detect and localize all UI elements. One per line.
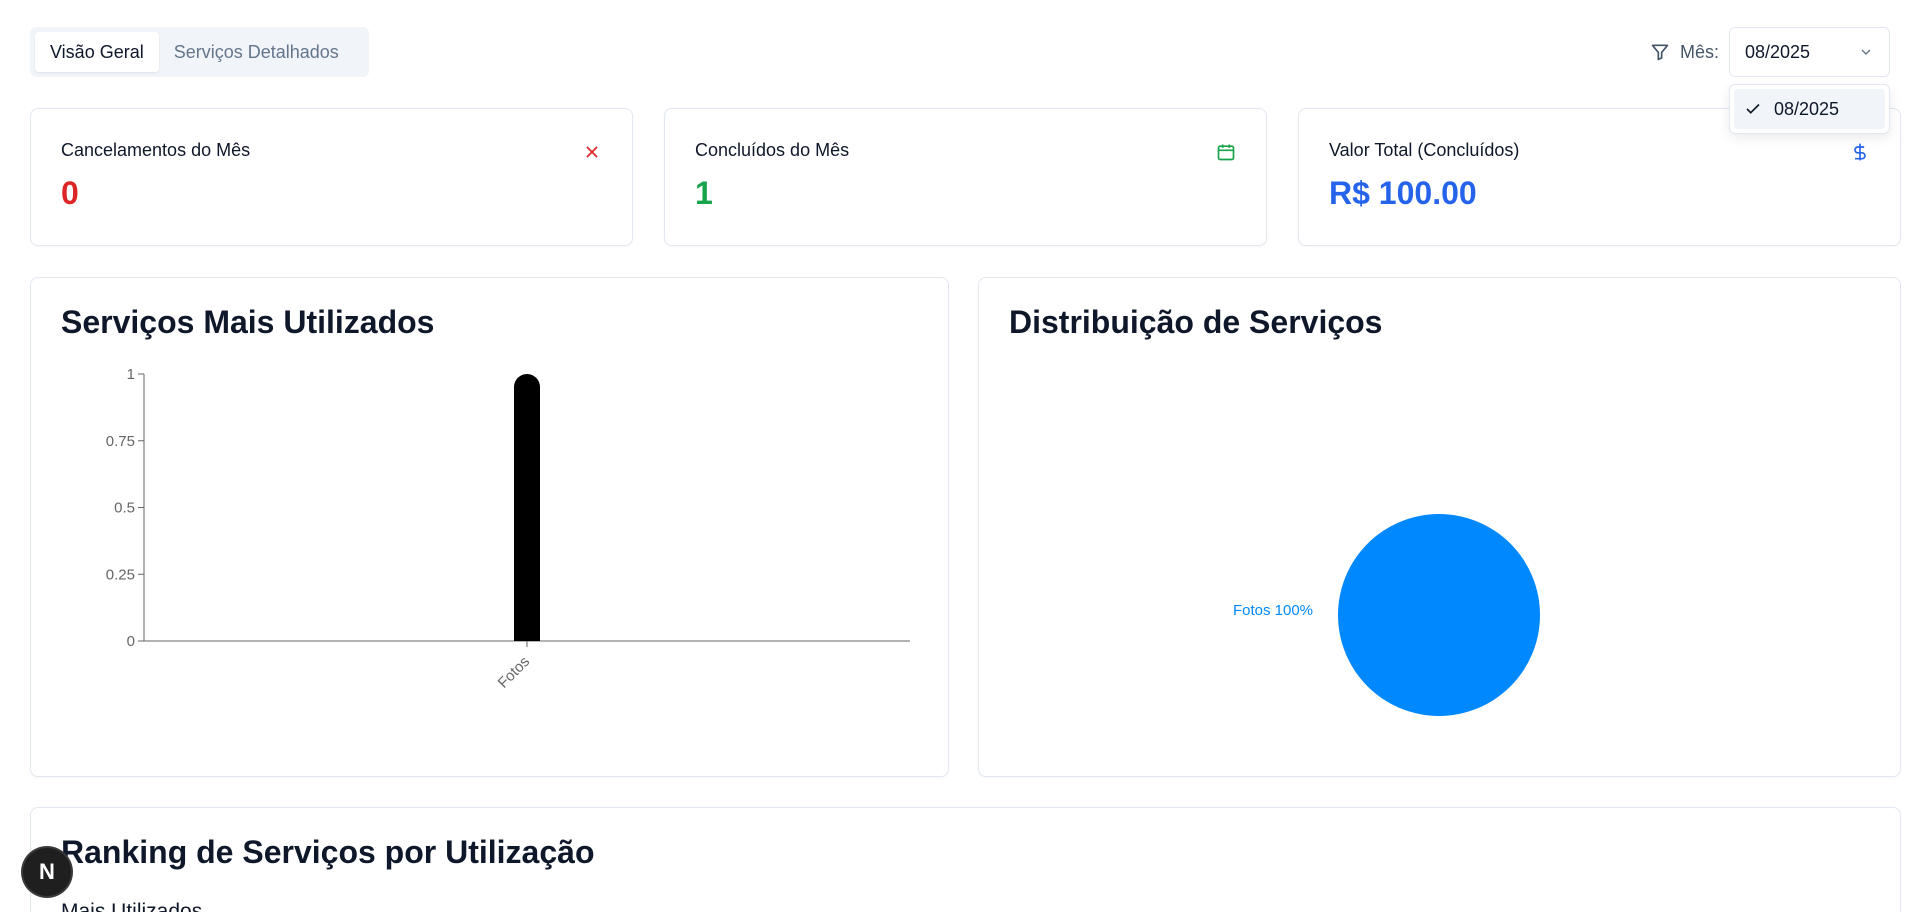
pie-chart-title: Distribuição de Serviços [1009, 304, 1383, 340]
pie-chart-panel: Distribuição de Serviços Fotos 100% [978, 277, 1901, 777]
tabs-list: Visão Geral Serviços Detalhados [30, 27, 369, 77]
month-option-label: 08/2025 [1774, 98, 1840, 119]
stat-value: R$ 100.00 [1329, 175, 1477, 211]
stat-title: Valor Total (Concluídos) [1329, 140, 1520, 160]
month-filter: Mês: 08/2025 [1650, 27, 1890, 77]
nextjs-badge[interactable]: N [23, 848, 71, 896]
y-tick-label: 0 [127, 633, 135, 650]
y-tick-label: 0.75 [106, 433, 135, 450]
pie-slice-fotos [1338, 514, 1540, 716]
month-filter-label: Mês: [1650, 42, 1719, 63]
ranking-title: Ranking de Serviços por Utilização [61, 834, 595, 870]
check-icon [1746, 103, 1760, 114]
pie-slice-label: Fotos 100% [1233, 602, 1313, 619]
x-tick-label: Fotos [495, 653, 534, 692]
filter-icon [1651, 44, 1669, 61]
ranking-subtitle: Mais Utilizados [61, 900, 203, 912]
y-tick-label: 1 [127, 368, 135, 383]
bar-chart: 0 0.25 0.5 0.75 1 Fotos [106, 368, 910, 692]
x-icon [586, 146, 598, 158]
month-select-value: 08/2025 [1745, 41, 1811, 62]
ranking-panel: Ranking de Serviços por Utilização Mais … [30, 807, 1901, 912]
stat-value: 0 [61, 175, 79, 211]
month-dropdown: 08/2025 [1729, 84, 1890, 134]
month-label: Mês: [1679, 41, 1719, 62]
calendar-icon [1217, 144, 1235, 161]
y-tick-label: 0.5 [114, 500, 135, 517]
bar-chart-panel: Serviços Mais Utilizados 0 0.25 0.5 0.75 1 Fo… [30, 277, 949, 777]
stat-value: 1 [695, 175, 713, 211]
bar-chart-title: Serviços Mais Utilizados [61, 304, 435, 340]
month-option[interactable]: 08/2025 [1734, 89, 1885, 129]
stat-title: Concluídos do Mês [695, 140, 850, 160]
pie-chart: Fotos 100% [1233, 514, 1540, 716]
stat-title: Cancelamentos do Mês [61, 140, 251, 160]
y-tick-label: 0.25 [106, 566, 135, 583]
stat-card-cancelamentos: Cancelamentos do Mês 0 [30, 108, 633, 246]
dollar-icon [1854, 143, 1866, 161]
bar-fotos [514, 374, 540, 641]
month-select[interactable]: 08/2025 [1729, 27, 1890, 77]
tab-visao-geral[interactable]: Visão Geral [35, 32, 159, 72]
stat-card-concluidos: Concluídos do Mês 1 [664, 108, 1267, 246]
chevron-down-icon [1861, 49, 1871, 55]
tab-servicos-detalhados[interactable]: Serviços Detalhados [159, 32, 354, 72]
